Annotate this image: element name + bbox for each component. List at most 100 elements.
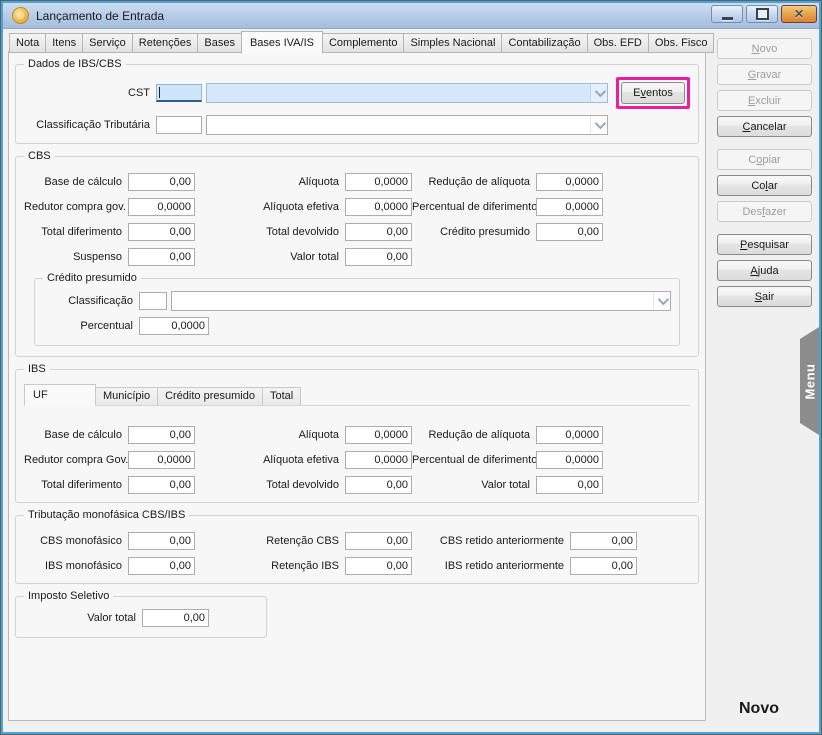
tab-bases[interactable]: Bases	[197, 33, 242, 53]
tab-itens[interactable]: Itens	[45, 33, 83, 53]
close-icon: ✕	[794, 7, 804, 21]
field-label: Total devolvido	[195, 479, 345, 491]
field-input[interactable]: 0,0000	[345, 451, 412, 469]
eventos-highlight-annotation: Eventos	[616, 77, 690, 109]
maximize-icon	[756, 8, 769, 20]
field-label: Valor total	[412, 479, 536, 491]
group-title: Crédito presumido	[43, 272, 141, 284]
field-input[interactable]: 0,00	[570, 557, 637, 575]
colar-button[interactable]: Colar	[717, 175, 812, 196]
close-button[interactable]: ✕	[781, 5, 817, 23]
cst-combobox[interactable]	[206, 83, 608, 103]
group-title: Imposto Seletivo	[24, 590, 113, 602]
tab-simples-nacional[interactable]: Simples Nacional	[403, 33, 502, 53]
field-input[interactable]: 0,00	[345, 557, 412, 575]
excluir-button[interactable]: Excluir	[717, 90, 812, 111]
ibs-tab-total[interactable]: Total	[262, 387, 301, 405]
tab-contabilizacao[interactable]: Contabilização	[501, 33, 587, 53]
cst-input[interactable]	[156, 84, 202, 102]
field-input[interactable]: 0,0000	[345, 198, 412, 216]
tab-obs-fisco[interactable]: Obs. Fisco	[648, 33, 715, 53]
percentual-row: Percentual 0,0000	[43, 317, 671, 335]
ibs-tab-municipio[interactable]: Município	[95, 387, 158, 405]
tab-bases-iva-is[interactable]: Bases IVA/IS	[241, 31, 323, 54]
field-input[interactable]: 0,0000	[536, 198, 603, 216]
field-input[interactable]: 0,00	[345, 532, 412, 550]
cancelar-button[interactable]: Cancelar	[717, 116, 812, 137]
field-label: CBS retido anteriormente	[412, 535, 570, 547]
desfazer-button[interactable]: Desfazer	[717, 201, 812, 222]
classificacao-combobox[interactable]	[171, 291, 671, 311]
menu-side-tab[interactable]: Menu	[800, 327, 819, 435]
ibs-tab-credito-presumido[interactable]: Crédito presumido	[157, 387, 263, 405]
field-label: Retenção IBS	[195, 560, 345, 572]
field-input[interactable]: 0,00	[570, 532, 637, 550]
novo-button[interactable]: Novo	[717, 38, 812, 59]
group-dados-ibs-cbs: Dados de IBS/CBS CST Eventos Classificaç…	[15, 64, 699, 144]
classificacao-input[interactable]	[139, 292, 167, 310]
field-input[interactable]: 0,00	[128, 532, 195, 550]
field-label: Percentual de diferimento	[412, 454, 536, 466]
field-input[interactable]: 0,0000	[345, 173, 412, 191]
tab-obs-efd[interactable]: Obs. EFD	[587, 33, 649, 53]
copiar-button[interactable]: Copiar	[717, 149, 812, 170]
eventos-button[interactable]: Eventos	[621, 82, 685, 104]
field-input[interactable]: 0,00	[128, 476, 195, 494]
action-button-panel: Novo Gravar Excluir Cancelar Copiar Cola…	[717, 38, 812, 307]
field-label: Redução de alíquota	[412, 429, 536, 441]
field-input[interactable]: 0,0000	[345, 426, 412, 444]
field-input[interactable]: 0,00	[128, 248, 195, 266]
field-label: Valor total	[195, 251, 345, 263]
field-input[interactable]: 0,00	[128, 426, 195, 444]
field-input[interactable]: 0,0000	[128, 198, 195, 216]
cst-row: CST Eventos	[24, 77, 690, 109]
ibs-tab-uf[interactable]: UF	[24, 384, 96, 406]
field-input[interactable]: 0,00	[345, 476, 412, 494]
field-input[interactable]: 0,00	[128, 557, 195, 575]
window-title: Lançamento de Entrada	[36, 9, 164, 23]
field-input[interactable]: 0,00	[345, 223, 412, 241]
valor-total-row: Valor total 0,00	[24, 609, 258, 627]
field-input[interactable]: 0,0000	[128, 451, 195, 469]
sair-button[interactable]: Sair	[717, 286, 812, 307]
field-label: Alíquota	[195, 176, 345, 188]
field-label: Total diferimento	[24, 226, 128, 238]
monofasica-fields: CBS monofásico 0,00 Retenção CBS 0,00 CB…	[24, 532, 690, 575]
field-input[interactable]: 0,00	[142, 609, 209, 627]
ajuda-button[interactable]: Ajuda	[717, 260, 812, 281]
field-input[interactable]: 0,0000	[536, 173, 603, 191]
classificacao-tributaria-combobox[interactable]	[206, 115, 608, 135]
field-input[interactable]: 0,00	[345, 248, 412, 266]
tab-retencoes[interactable]: Retenções	[132, 33, 199, 53]
minimize-button[interactable]	[711, 5, 743, 23]
group-title: Tributação monofásica CBS/IBS	[24, 509, 189, 521]
field-label: IBS retido anteriormente	[412, 560, 570, 572]
field-input[interactable]: 0,0000	[536, 426, 603, 444]
group-title: IBS	[24, 363, 50, 375]
percentual-input[interactable]: 0,0000	[139, 317, 209, 335]
field-label: CBS monofásico	[24, 535, 128, 547]
classificacao-tributaria-input[interactable]	[156, 116, 202, 134]
field-label: Alíquota efetiva	[195, 454, 345, 466]
tab-nota[interactable]: Nota	[9, 33, 46, 53]
field-input[interactable]: 0,00	[128, 173, 195, 191]
tab-servico[interactable]: Serviço	[82, 33, 133, 53]
window-frame: Lançamento de Entrada ✕ Nota Itens Servi…	[0, 0, 822, 735]
chevron-down-icon	[590, 84, 607, 102]
field-label: Redutor compra Gov.	[24, 454, 128, 466]
gravar-button[interactable]: Gravar	[717, 64, 812, 85]
eventos-label: E	[633, 87, 640, 99]
tab-complemento[interactable]: Complemento	[322, 33, 404, 53]
group-credito-presumido: Crédito presumido Classificação Percentu…	[34, 278, 680, 346]
titlebar: Lançamento de Entrada ✕	[3, 3, 819, 29]
pesquisar-button[interactable]: Pesquisar	[717, 234, 812, 255]
classificacao-row: Classificação	[43, 291, 671, 311]
maximize-button[interactable]	[746, 5, 778, 23]
field-input[interactable]: 0,00	[536, 223, 603, 241]
field-input[interactable]: 0,00	[128, 223, 195, 241]
field-label: Total devolvido	[195, 226, 345, 238]
ibs-fields: Base de cálculo 0,00 Alíquota 0,0000 Red…	[24, 426, 690, 494]
field-input[interactable]: 0,0000	[536, 451, 603, 469]
field-input[interactable]: 0,00	[536, 476, 603, 494]
field-label: Valor total	[24, 612, 142, 624]
